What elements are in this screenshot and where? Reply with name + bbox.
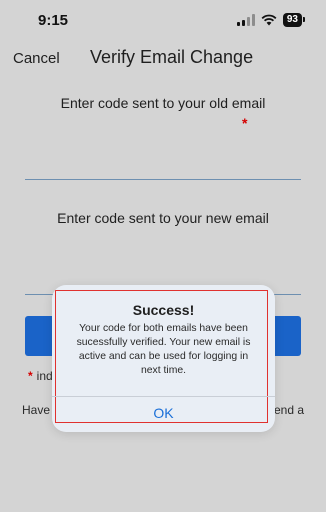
cellular-signal-icon [236,14,255,26]
wifi-icon [261,14,277,26]
required-note-star: * [28,369,33,383]
status-icons: 93 [236,13,306,27]
page-title: Verify Email Change [90,47,254,67]
cancel-button[interactable]: Cancel [13,50,60,67]
navigation-bar: Cancel Verify Email Change [0,44,326,74]
old-email-prompt: Enter code sent to your old email [60,95,266,111]
dialog-title: Success! [132,302,195,318]
success-dialog: Success! Your code for both emails have … [52,285,275,432]
resend-text-start: Have [22,403,51,417]
old-email-code-input[interactable] [25,149,301,180]
dialog-message: Your code for both emails have been suce… [76,323,251,376]
resend-link[interactable]: end a [274,403,304,417]
battery-icon: 93 [282,13,306,27]
status-bar: 9:15 93 [0,0,326,40]
dialog-divider [52,396,275,397]
required-mark: * [242,115,248,131]
required-note: * ind [28,369,53,383]
new-email-prompt: Enter code sent to your new email [57,210,269,226]
status-time: 9:15 [38,12,69,29]
ok-button[interactable]: OK [52,398,275,428]
required-note-text: ind [36,369,53,383]
